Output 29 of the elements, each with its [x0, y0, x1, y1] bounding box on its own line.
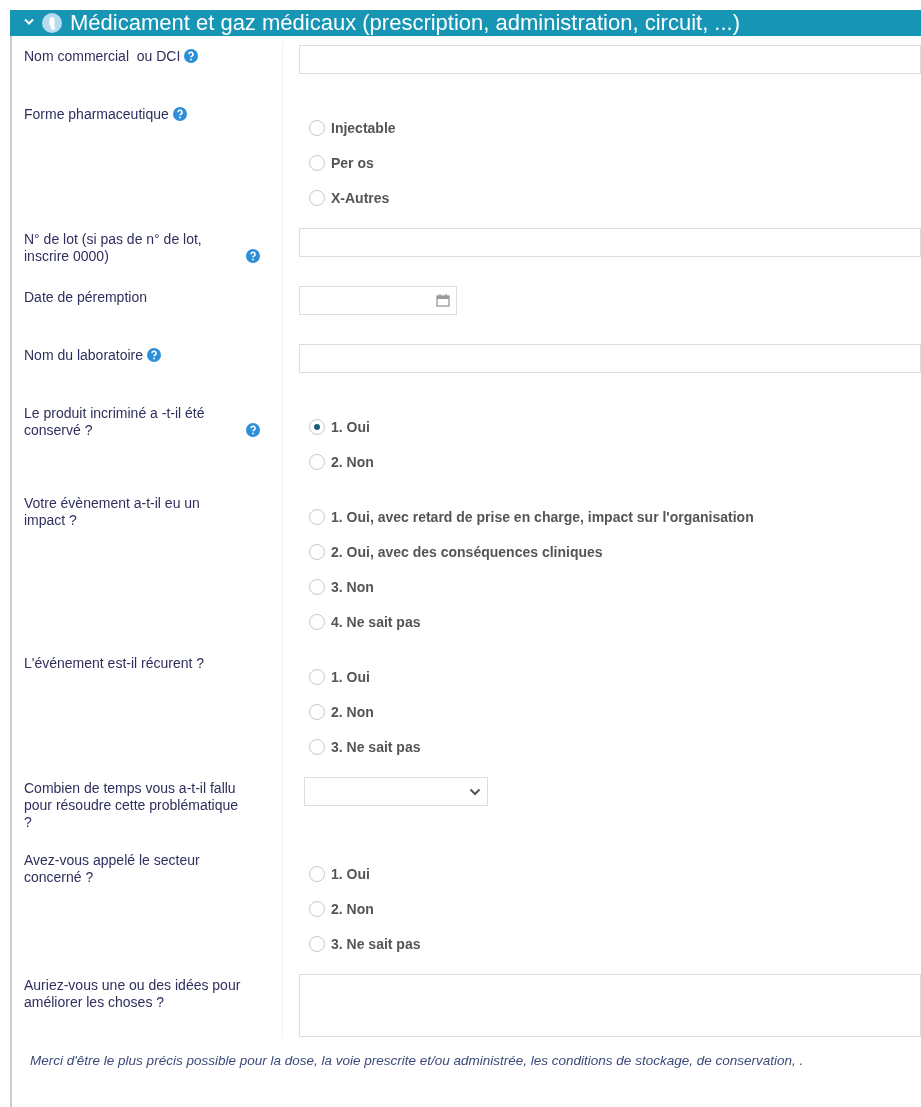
section-title: Médicament et gaz médicaux (prescription, administration, circuit, ...) [70, 10, 741, 36]
field-label: Votre évènement a-t-il eu un impact ? [24, 495, 201, 529]
radio-option[interactable]: 1. Oui [309, 856, 370, 891]
radio-option[interactable]: Injectable [309, 110, 396, 145]
radio-option[interactable]: 1. Oui [309, 659, 370, 694]
field-label: N° de lot (si pas de n° de lot, inscrire 0000) [24, 231, 203, 265]
field-label: Nom commercial ou DCI [24, 48, 181, 65]
radio-option[interactable]: X-Autres [309, 180, 390, 215]
field-label: Forme pharmaceutique [24, 106, 169, 123]
radio-option[interactable]: 2. Non [309, 891, 374, 926]
field-label: Le produit incriminé a -t-il été conservé ? [24, 405, 206, 439]
field-label: Combien de temps vous a-t-il fallu pour résoudre cette problématique ? [24, 780, 240, 831]
radio-option[interactable]: 2. Non [309, 444, 374, 479]
radio-option[interactable]: 3. Ne sait pas [309, 926, 421, 961]
radio-option[interactable]: 1. Oui, avec retard de prise en charge, impact sur l'organisation [309, 499, 754, 534]
field-label: L'événement est-il récurent ? [24, 655, 205, 672]
field-label: Date de péremption [24, 289, 147, 306]
radio-option[interactable]: 2. Non [309, 694, 374, 729]
radio-option[interactable]: 4. Ne sait pas [309, 604, 421, 639]
field-label: Avez-vous appelé le secteur concerné ? [24, 852, 201, 886]
radio-option[interactable]: 3. Ne sait pas [309, 729, 421, 764]
field-label: Auriez-vous une ou des idées pour améliorer les choses ? [24, 977, 242, 1011]
field-label: Nom du laboratoire [24, 347, 144, 364]
hint-text: Merci d'être le plus précis possible pour la dose, la voie prescrite et/ou administrée, les conditions de stockage, de conservation, . [29, 1052, 805, 1068]
radio-option[interactable]: 1. Oui [309, 409, 370, 444]
radio-option[interactable]: 2. Oui, avec des conséquences cliniques [309, 534, 603, 569]
radio-option[interactable]: Per os [309, 145, 374, 180]
section-header[interactable]: Médicament et gaz médicaux (prescription, administration, circuit, ...) [10, 10, 921, 36]
radio-option[interactable]: 3. Non [309, 569, 374, 604]
